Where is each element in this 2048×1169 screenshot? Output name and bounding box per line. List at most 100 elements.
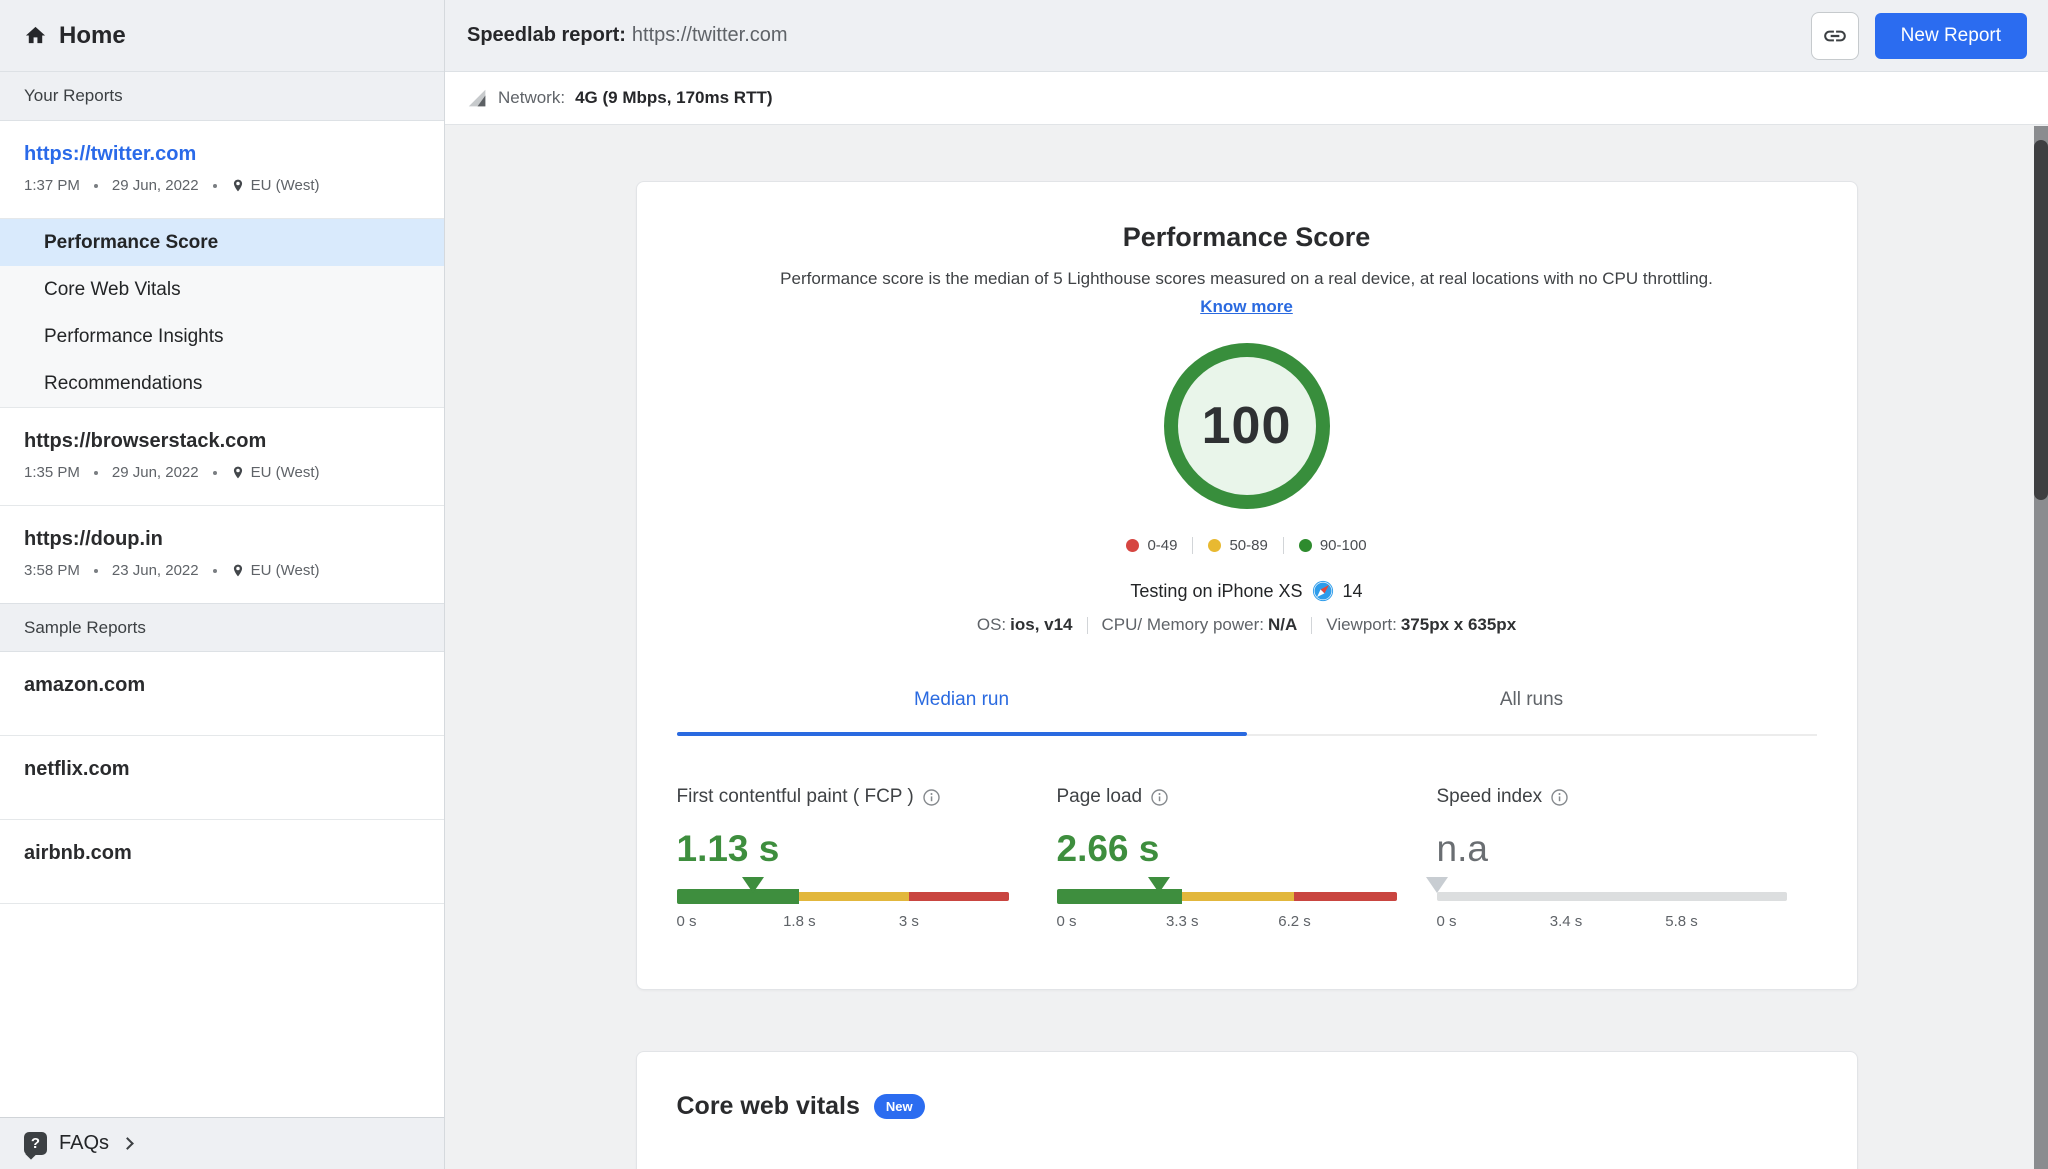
topbar-actions: New Report — [1810, 11, 2027, 60]
separator — [1311, 616, 1313, 634]
value-marker-icon — [1147, 877, 1170, 893]
location-pin-icon — [231, 464, 245, 481]
report-submenu: Performance Score Core Web Vitals Perfor… — [0, 218, 444, 408]
legend-item-poor: 0-49 — [1126, 537, 1177, 554]
sample-report-airbnb[interactable]: airbnb.com — [0, 820, 444, 904]
scale-empty-segment — [1436, 891, 1787, 901]
scale-average-segment — [1182, 891, 1295, 901]
device-specs-row: OS: ios, v14 CPU/ Memory power: N/A View… — [677, 615, 1817, 635]
tab-median-run[interactable]: Median run — [676, 689, 1247, 736]
scale-ticks: 0 s 3.3 s 6.2 s — [1056, 913, 1311, 930]
dot-separator — [93, 568, 98, 573]
info-icon[interactable] — [923, 788, 940, 806]
sidebar: Home Your Reports https://twitter.com 1:… — [0, 0, 445, 1169]
copy-link-button[interactable] — [1810, 11, 1859, 60]
report-link[interactable]: https://twitter.com — [24, 141, 196, 167]
score-gauge: 100 — [1163, 343, 1330, 509]
network-signal-icon — [467, 88, 488, 109]
new-report-button[interactable]: New Report — [1874, 12, 2027, 59]
safari-browser-icon — [1312, 580, 1334, 602]
network-value: 4G (9 Mbps, 170ms RTT) — [575, 88, 773, 107]
value-marker-icon — [741, 877, 764, 893]
speedlab-app: Home Your Reports https://twitter.com 1:… — [0, 0, 2048, 1169]
report-item-twitter[interactable]: https://twitter.com 1:37 PM 29 Jun, 2022… — [0, 121, 444, 218]
report-title: https://doup.in — [24, 528, 163, 550]
metric-scale: 0 s 1.8 s 3 s — [676, 877, 1009, 933]
question-bubble-icon — [24, 1132, 47, 1155]
metric-label: Page load — [1057, 786, 1437, 808]
score-legend: 0-49 50-89 90-100 — [677, 537, 1817, 554]
submenu-item-performance-insights[interactable]: Performance Insights — [0, 313, 444, 360]
red-dot-icon — [1126, 539, 1140, 552]
sample-reports-header: Sample Reports — [0, 603, 444, 652]
faqs-link[interactable]: FAQs — [0, 1117, 444, 1169]
runs-tabs: Median run All runs — [676, 689, 1817, 736]
scale-poor-segment — [908, 891, 1009, 901]
metric-fcp: First contentful paint ( FCP ) 1.13 s 0 … — [676, 786, 1057, 933]
metric-label: Speed index — [1437, 786, 1817, 808]
chevron-right-icon — [121, 1137, 134, 1150]
home-label: Home — [59, 21, 126, 49]
faqs-label: FAQs — [59, 1132, 110, 1154]
dot-separator — [212, 470, 217, 475]
home-icon — [24, 24, 47, 47]
metrics-row: First contentful paint ( FCP ) 1.13 s 0 … — [676, 786, 1817, 933]
link-icon — [1822, 23, 1848, 49]
submenu-item-performance-score[interactable]: Performance Score — [0, 219, 444, 266]
metric-value: n.a — [1436, 828, 1488, 869]
report-url: https://twitter.com — [631, 24, 788, 46]
dot-separator — [93, 183, 98, 188]
separator — [1192, 537, 1194, 554]
submenu-item-core-web-vitals[interactable]: Core Web Vitals — [0, 266, 444, 313]
sample-report-netflix[interactable]: netflix.com — [0, 736, 444, 820]
sample-report-amazon[interactable]: amazon.com — [0, 652, 444, 736]
location-pin-icon — [231, 562, 245, 579]
network-bar: Network: 4G (9 Mbps, 170ms RTT) — [445, 72, 2048, 125]
metric-scale: 0 s 3.4 s 5.8 s — [1425, 877, 1787, 933]
legend-item-good: 90-100 — [1298, 537, 1367, 554]
card-title: Performance Score — [1122, 222, 1371, 252]
dot-separator — [93, 470, 98, 475]
report-scroll-area: Performance Score Performance score is t… — [445, 125, 2048, 1169]
your-reports-header: Your Reports — [0, 72, 444, 121]
scale-good-segment — [676, 888, 800, 904]
spec-cpu: CPU/ Memory power: N/A — [1101, 615, 1298, 634]
topbar: Speedlab report: https://twitter.com New … — [445, 0, 2048, 72]
metric-value: 2.66 s — [1056, 828, 1160, 869]
spec-os: OS: ios, v14 — [976, 615, 1073, 634]
metric-scale: 0 s 3.3 s 6.2 s — [1056, 877, 1397, 933]
scale-average-segment — [799, 891, 909, 901]
info-icon[interactable] — [1151, 788, 1168, 806]
separator — [1282, 537, 1284, 554]
scrollbar-thumb[interactable] — [2034, 140, 2048, 500]
new-badge: New — [873, 1094, 925, 1119]
metric-speed-index: Speed index n.a 0 s 3.4 s 5.8 s — [1425, 786, 1817, 933]
tab-all-runs[interactable]: All runs — [1246, 689, 1817, 736]
report-meta: 3:58 PM 23 Jun, 2022 EU (West) — [24, 562, 320, 579]
score-value: 100 — [1201, 397, 1292, 455]
performance-score-card: Performance Score Performance score is t… — [635, 181, 1858, 990]
report-meta: 1:35 PM 29 Jun, 2022 EU (West) — [24, 464, 320, 481]
metric-page-load: Page load 2.66 s 0 s 3.3 s 6.2 s — [1056, 786, 1437, 933]
separator — [1086, 616, 1088, 634]
report-title: https://browserstack.com — [24, 430, 267, 452]
know-more-link[interactable]: Know more — [677, 297, 1817, 317]
testing-device-label: Testing on iPhone XS — [1130, 580, 1303, 601]
scale-poor-segment — [1294, 891, 1397, 901]
info-icon[interactable] — [1551, 788, 1568, 806]
submenu-item-recommendations[interactable]: Recommendations — [0, 360, 444, 407]
scale-ticks: 0 s 3.4 s 5.8 s — [1436, 913, 1698, 930]
card-description: Performance score is the median of 5 Lig… — [780, 269, 1713, 288]
report-item-doup[interactable]: https://doup.in 3:58 PM 23 Jun, 2022 EU … — [0, 506, 444, 603]
network-label: Network: — [498, 88, 566, 107]
testing-device-row: Testing on iPhone XS 14 — [677, 580, 1817, 602]
green-dot-icon — [1298, 539, 1312, 552]
location-pin-icon — [231, 177, 245, 194]
legend-item-average: 50-89 — [1208, 537, 1268, 554]
sidebar-home[interactable]: Home — [0, 0, 444, 72]
page-title: Speedlab report: https://twitter.com — [467, 24, 788, 46]
yellow-dot-icon — [1208, 539, 1222, 552]
report-meta: 1:37 PM 29 Jun, 2022 EU (West) — [24, 177, 320, 194]
report-item-browserstack[interactable]: https://browserstack.com 1:35 PM 29 Jun,… — [0, 408, 444, 506]
metric-label: First contentful paint ( FCP ) — [677, 786, 1057, 808]
